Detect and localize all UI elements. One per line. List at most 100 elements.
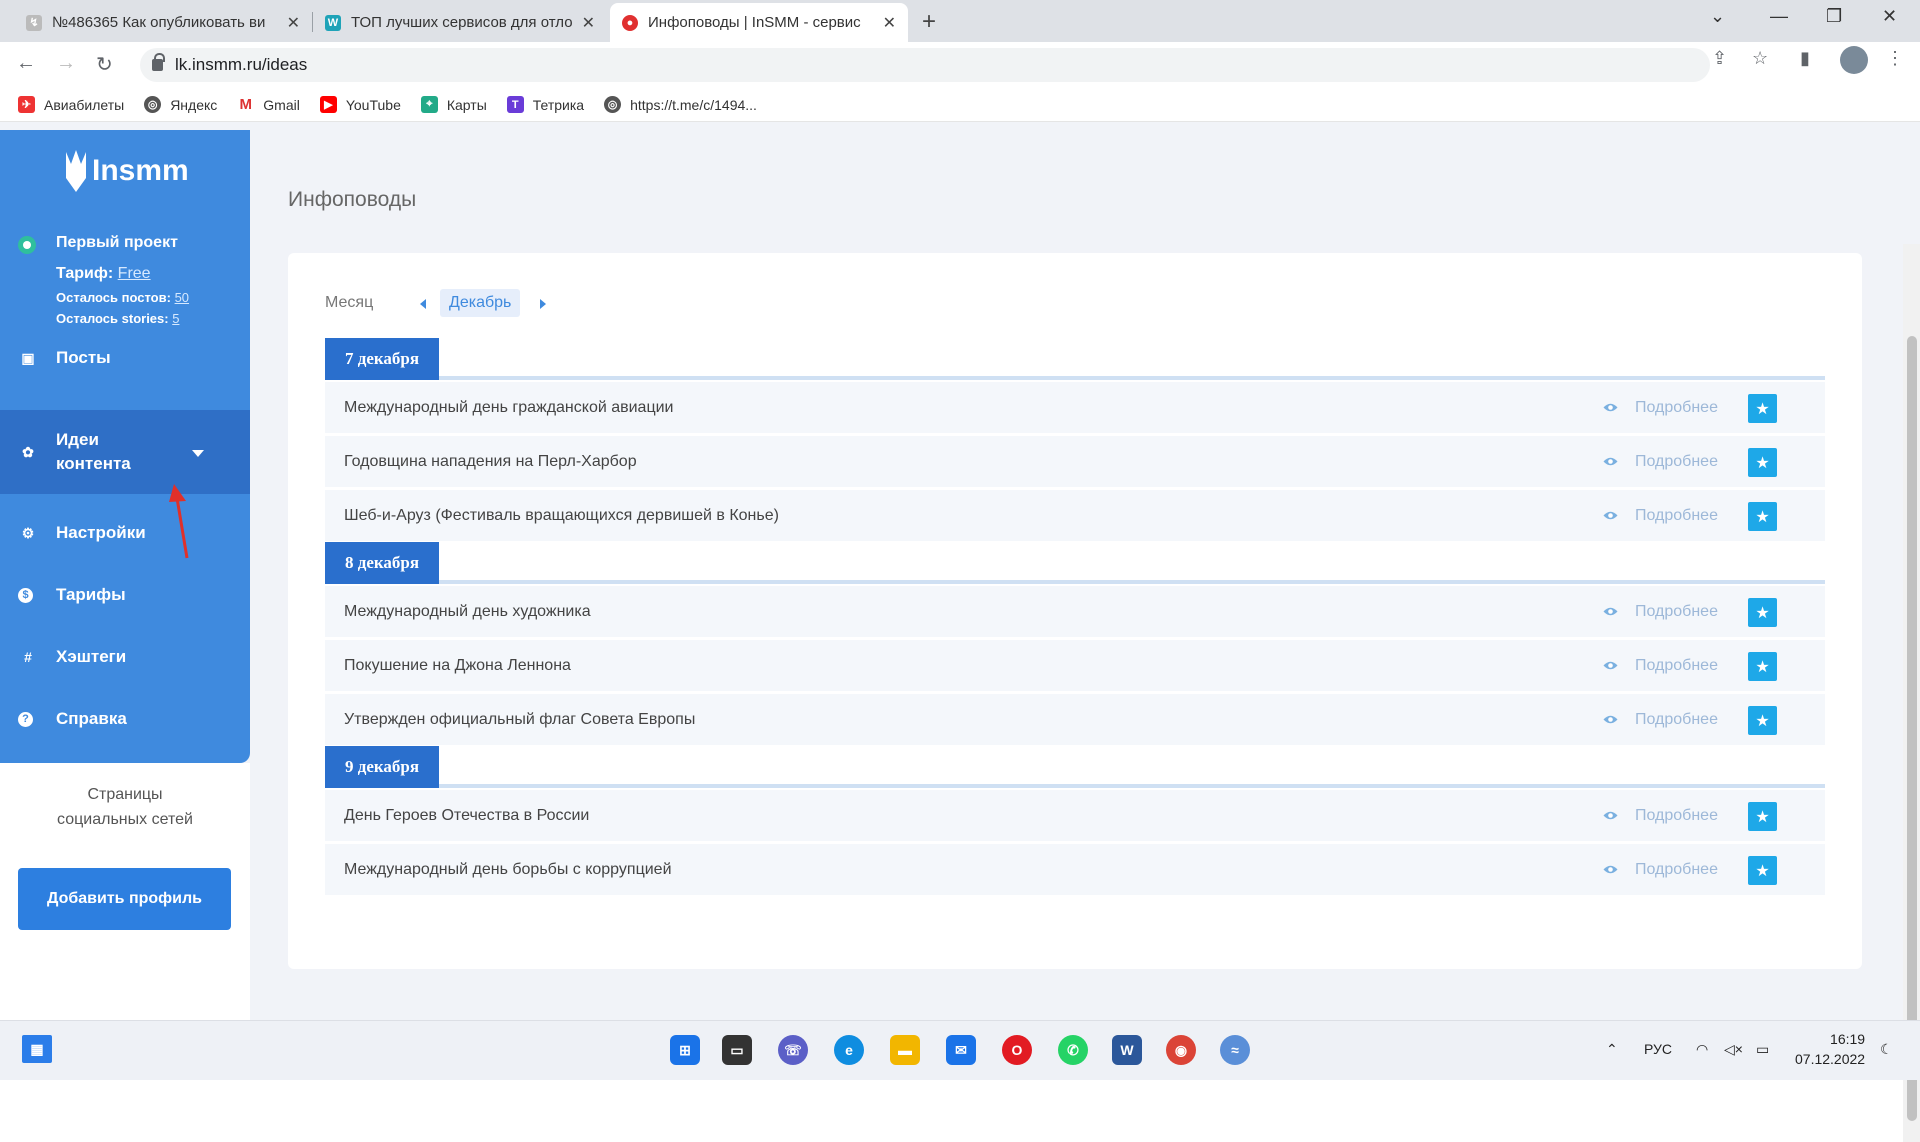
details-link[interactable]: Подробнее [1635,453,1718,471]
insmm-logo-icon [66,150,86,192]
day-group: 7 декабря Международный день гражданской … [325,338,1825,542]
sidebar-item-settings[interactable]: ⚙ Настройки [0,510,250,556]
tab-close-icon[interactable]: ✕ [582,13,595,33]
close-window-icon[interactable]: ✕ [1882,6,1897,27]
sidebar-item-posts[interactable]: ▣ Посты [0,335,250,381]
bookmark-item[interactable]: T Тетрика [506,96,585,113]
lock-icon [152,53,165,71]
star-icon[interactable]: ★ [1748,652,1777,681]
clock[interactable]: 16:19 07.12.2022 [1795,1029,1865,1069]
bookmark-star-icon[interactable]: ☆ [1752,48,1768,69]
widgets-icon[interactable]: ▦ [22,1035,52,1063]
wifi-icon[interactable]: ◠ [1696,1041,1708,1058]
star-icon[interactable]: ★ [1748,394,1777,423]
posts-left-link[interactable]: 50 [175,290,189,305]
details-link[interactable]: Подробнее [1635,807,1718,825]
details-link[interactable]: Подробнее [1635,657,1718,675]
month-selector[interactable]: Декабрь [440,289,521,317]
tab-close-icon[interactable]: ✕ [883,13,896,33]
bookmark-item[interactable]: ◎ Яндекс [144,96,217,113]
share-icon[interactable]: ⇪ [1712,48,1727,69]
eye-icon[interactable] [1603,510,1618,521]
browser-tab[interactable]: W ТОП лучших сервисов для отло ✕ [313,3,607,42]
star-icon[interactable]: ★ [1748,598,1777,627]
details-link[interactable]: Подробнее [1635,861,1718,879]
prev-month-icon[interactable] [420,299,426,309]
tarif-link[interactable]: Free [118,265,151,282]
chevron-down-icon[interactable] [192,450,204,457]
dollar-icon: $ [18,587,33,603]
chrome-icon[interactable]: ◉ [1166,1035,1196,1065]
eye-icon[interactable] [1603,660,1618,671]
sidebar-item-tariffs[interactable]: $ Тарифы [0,572,250,618]
bookmark-item[interactable]: ✈ Авиабилеты [18,96,124,113]
next-month-icon[interactable] [540,299,546,309]
word-icon[interactable]: W [1112,1035,1142,1065]
sidebar-item-content-ideas[interactable]: ✿ Идеи контента [0,410,250,494]
browser-tab-active[interactable]: ● Инфоповоды | InSMM - сервис ✕ [610,3,908,42]
tab-close-icon[interactable]: ✕ [287,13,300,33]
eye-icon[interactable] [1603,810,1618,821]
eye-icon[interactable] [1603,402,1618,413]
eye-icon[interactable] [1603,606,1618,617]
eye-icon[interactable] [1603,456,1618,467]
star-icon[interactable]: ★ [1748,448,1777,477]
browser-tab[interactable]: ↯ №486365 Как опубликовать ви ✕ [14,3,312,42]
eye-icon[interactable] [1603,864,1618,875]
star-icon[interactable]: ★ [1748,502,1777,531]
eye-icon[interactable] [1603,714,1618,725]
details-link[interactable]: Подробнее [1635,603,1718,621]
new-tab-icon[interactable]: + [922,8,936,36]
forward-icon[interactable]: → [56,52,76,75]
image-icon: ▣ [21,349,35,366]
back-icon[interactable]: ← [16,52,36,75]
bookmark-item[interactable]: ▶ YouTube [319,96,401,113]
insmm-logo[interactable]: Insmm [62,148,189,194]
side-panel-icon[interactable]: ▮ [1800,48,1810,69]
mail-icon[interactable]: ✉ [946,1035,976,1065]
event-row: Шеб-и-Аруз (Фестиваль вращающихся дервиш… [325,490,1825,542]
maximize-icon[interactable]: ❐ [1826,6,1842,27]
whatsapp-icon[interactable]: ✆ [1058,1035,1088,1065]
details-link[interactable]: Подробнее [1635,399,1718,417]
sidebar-item-hashtags[interactable]: # Хэштеги [0,634,250,680]
star-icon[interactable]: ★ [1748,706,1777,735]
chevron-up-icon[interactable]: ⌃ [1606,1041,1618,1058]
reload-icon[interactable]: ↻ [96,52,113,77]
windows-start-icon[interactable]: ⊞ [670,1035,700,1065]
clock-date: 07.12.2022 [1795,1051,1866,1067]
volume-muted-icon[interactable]: ◁× [1724,1041,1743,1058]
star-icon[interactable]: ★ [1748,802,1777,831]
scrollbar-thumb[interactable] [1907,336,1917,1121]
battery-icon[interactable]: ▭ [1756,1041,1769,1058]
language-indicator[interactable]: РУС [1644,1041,1672,1057]
menu-dots-icon[interactable]: ⋮ [1886,48,1904,69]
page-content: Insmm Первый проект Тариф: Free Осталось… [0,122,1920,1142]
opera-icon[interactable]: O [1002,1035,1032,1065]
bookmark-item[interactable]: M Gmail [237,96,300,113]
minimize-icon[interactable]: — [1770,6,1788,27]
task-view-icon[interactable]: ▭ [722,1035,752,1065]
address-bar[interactable]: lk.insmm.ru/ideas [140,48,1710,82]
edge-icon[interactable]: e [834,1035,864,1065]
bookmarks-bar: ✈ Авиабилеты ◎ Яндекс M Gmail ▶ YouTube ⌖ Кар… [0,88,1920,122]
notification-icon[interactable]: ☾ [1880,1041,1893,1058]
profile-avatar[interactable] [1840,46,1868,74]
red-arrow-annotation-icon [169,484,189,559]
bookmark-item[interactable]: ◎ https://t.me/c/1494... [604,96,757,113]
app-icon[interactable]: ≈ [1220,1035,1250,1065]
page-title: Инфоповоды [288,188,417,211]
details-link[interactable]: Подробнее [1635,711,1718,729]
tab-search-icon[interactable]: ⌄ [1710,6,1725,27]
page-scrollbar[interactable] [1903,244,1920,1142]
project-name[interactable]: Первый проект [56,234,178,252]
bookmark-label: Тетрика [532,96,585,113]
chat-icon[interactable]: ☏ [778,1035,808,1065]
star-icon[interactable]: ★ [1748,856,1777,885]
stories-left-link[interactable]: 5 [172,311,179,326]
add-profile-button[interactable]: Добавить профиль [18,868,231,930]
bookmark-item[interactable]: ⌖ Карты [420,96,487,113]
details-link[interactable]: Подробнее [1635,507,1718,525]
file-explorer-icon[interactable]: ▬ [890,1035,920,1065]
sidebar-item-help[interactable]: ? Справка [0,696,250,742]
